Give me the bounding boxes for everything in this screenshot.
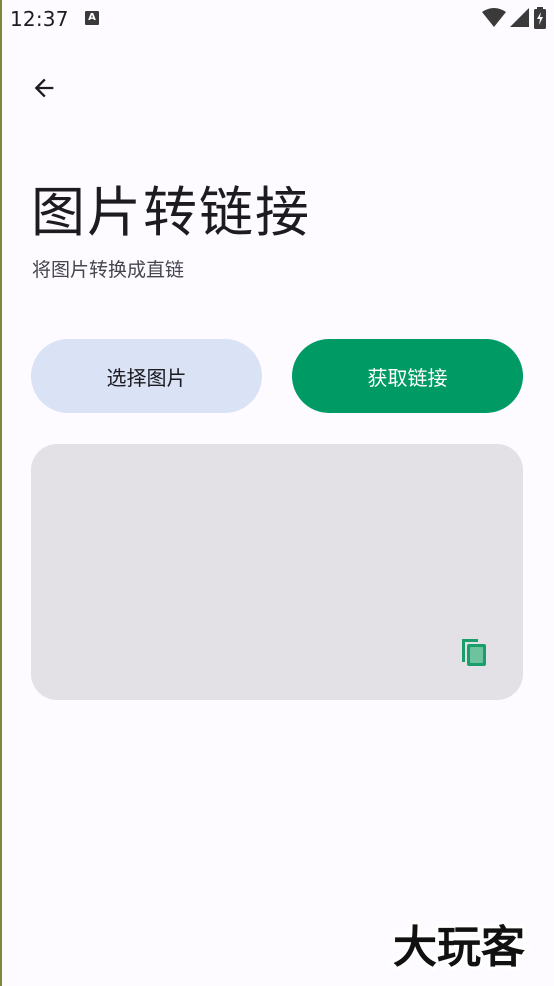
watermark-logo: 大玩客 大玩客 xyxy=(390,919,528,976)
select-image-button[interactable]: 选择图片 xyxy=(31,339,262,413)
back-button[interactable] xyxy=(22,66,66,110)
signal-icon xyxy=(510,8,529,27)
battery-charging-icon xyxy=(534,7,546,29)
page-title: 图片转链接 xyxy=(31,181,311,244)
get-link-button[interactable]: 获取链接 xyxy=(292,339,523,413)
a-letter-icon: A xyxy=(85,11,99,25)
wifi-icon xyxy=(482,8,506,27)
status-time: 12:37 xyxy=(10,7,69,31)
copy-icon xyxy=(462,639,486,666)
status-icons xyxy=(482,7,546,29)
screen-edge-strip xyxy=(0,0,2,986)
status-bar: 12:37 A xyxy=(0,0,554,38)
arrow-left-icon xyxy=(34,78,54,98)
result-card xyxy=(31,444,523,700)
copy-button[interactable] xyxy=(455,633,493,671)
page-subtitle: 将图片转换成直链 xyxy=(32,259,185,281)
svg-text:大玩客: 大玩客 xyxy=(393,922,525,973)
